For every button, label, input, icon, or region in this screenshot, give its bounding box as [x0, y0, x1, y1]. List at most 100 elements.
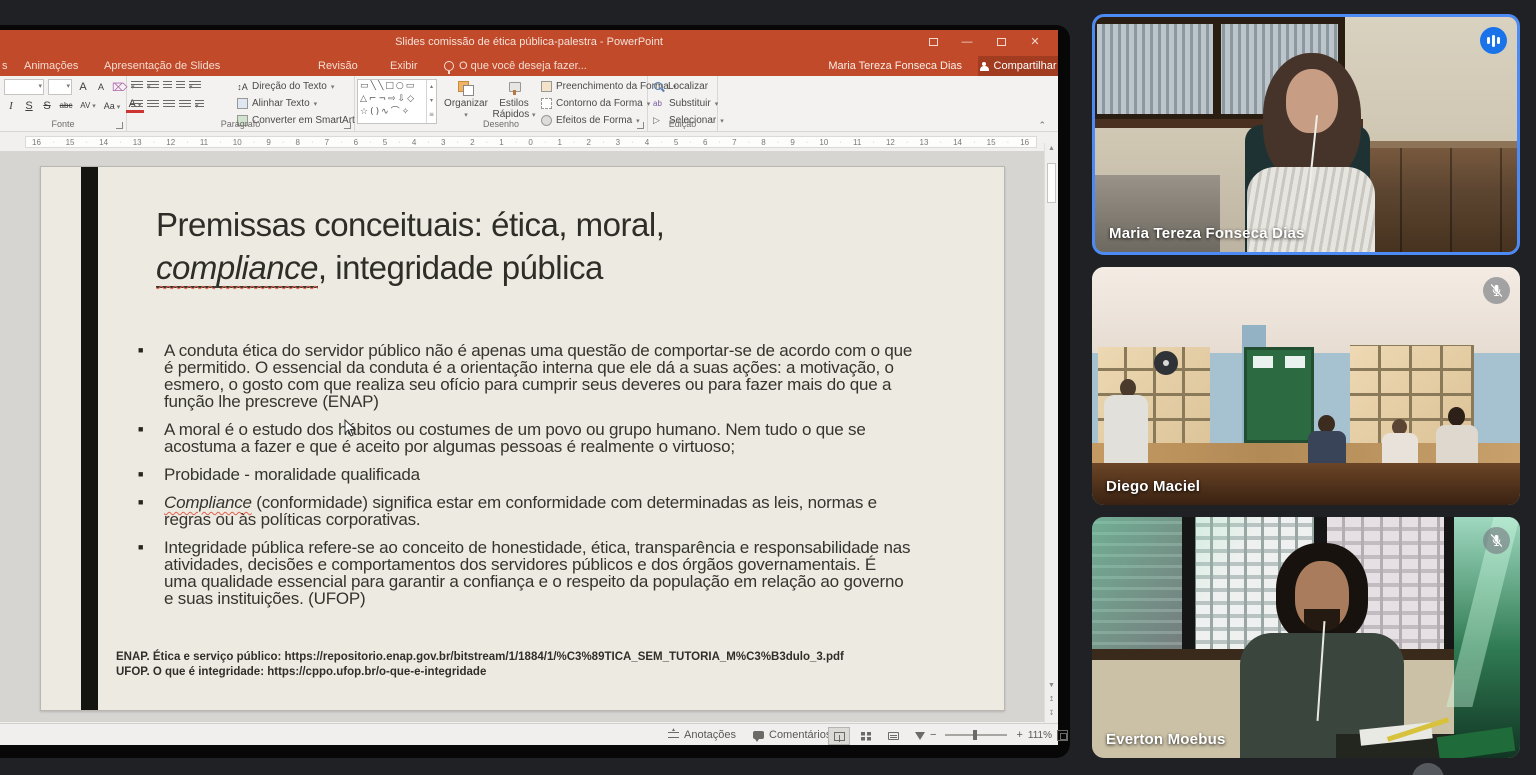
slide-references: ENAP. Ética e serviço público: https://r…	[116, 650, 844, 680]
text-direction-button[interactable]: ↕A Direção do Texto	[237, 78, 362, 95]
dialog-launcher-icon[interactable]	[344, 122, 351, 129]
align-text-button[interactable]: Alinhar Texto	[237, 95, 362, 112]
slide-canvas: Premissas conceituais: ética, moral, com…	[0, 151, 1044, 722]
columns-icon[interactable]	[195, 100, 204, 109]
align-left-icon[interactable]	[131, 100, 143, 109]
align-text-icon	[237, 98, 248, 109]
scroll-up-icon[interactable]: ▲	[1045, 145, 1058, 152]
tell-me-box[interactable]: O que você deseja fazer...	[444, 56, 587, 76]
video-feed	[1095, 17, 1517, 252]
italic-icon[interactable]: I	[4, 100, 18, 112]
font-name-combobox[interactable]	[4, 79, 44, 95]
grow-font-icon[interactable]: A	[76, 81, 90, 93]
shrink-font-icon[interactable]: A	[94, 82, 108, 92]
bullet-list-icon[interactable]	[131, 81, 143, 90]
slide-title-emphasis: compliance	[156, 249, 318, 288]
shapes-gallery-scroll[interactable]: ▴▾≡	[426, 80, 436, 123]
group-label-editing: Edição	[648, 119, 717, 129]
close-icon[interactable]: ✕	[1026, 34, 1044, 50]
increase-indent-icon[interactable]	[176, 81, 185, 90]
reading-view-button[interactable]	[882, 727, 904, 745]
zoom-controls: − + 111%	[930, 724, 1068, 746]
group-label-drawing: Desenho	[355, 119, 647, 129]
decrease-indent-icon[interactable]	[163, 81, 172, 90]
scroll-down-icon[interactable]: ▼	[1045, 682, 1058, 689]
person-icon	[980, 62, 989, 71]
shapes-gallery[interactable]: ▭╲╲□○▭ △⌐¬⇨⇩◇ ☆()∿⌒✧ ▴▾≡	[357, 79, 437, 124]
change-case-icon[interactable]: Aa	[102, 101, 122, 111]
speaking-indicator-icon	[1480, 27, 1507, 54]
zoom-slider-thumb[interactable]	[973, 730, 977, 740]
participant-tile-diego[interactable]: Diego Maciel	[1092, 267, 1520, 505]
quick-styles-icon	[507, 81, 521, 95]
shape-icons-row: ☆()∿⌒✧	[358, 106, 436, 119]
tab-exibir[interactable]: Exibir	[390, 56, 418, 76]
scroll-more-indicator[interactable]	[1412, 763, 1444, 775]
mouse-cursor-icon	[344, 419, 357, 437]
tab-revisao[interactable]: Revisão	[318, 56, 358, 76]
align-right-icon[interactable]	[163, 100, 175, 109]
zoom-out-icon[interactable]: −	[930, 729, 936, 741]
bullet-marker: ■	[138, 494, 164, 528]
dialog-launcher-icon[interactable]	[637, 122, 644, 129]
tab-partial[interactable]: s	[2, 56, 8, 76]
powerpoint-titlebar: Slides comissão de ética pública-palestr…	[0, 30, 1058, 56]
powerpoint-window: Slides comissão de ética pública-palestr…	[0, 30, 1058, 745]
find-button[interactable]: Localizar	[653, 78, 724, 95]
search-icon	[653, 81, 664, 92]
replace-icon: ab	[653, 99, 665, 108]
reading-view-icon	[888, 732, 899, 740]
next-slide-icon[interactable]: ↧	[1045, 709, 1058, 717]
previous-slide-icon[interactable]: ↥	[1045, 695, 1058, 703]
character-spacing-icon[interactable]: AV	[78, 101, 98, 110]
normal-view-button[interactable]	[828, 727, 850, 745]
screen-share-region: Slides comissão de ética pública-palestr…	[0, 25, 1070, 758]
scrollbar-thumb[interactable]	[1047, 163, 1056, 203]
minimize-icon[interactable]: —	[958, 34, 976, 50]
slideshow-button[interactable]	[909, 727, 931, 745]
zoom-slider[interactable]	[945, 734, 1007, 736]
ribbon-group-paragraph: ↕A Direção do Texto Alinhar Texto Conver…	[127, 76, 355, 131]
zoom-in-icon[interactable]: +	[1016, 729, 1022, 741]
participant-tile-maria[interactable]: Maria Tereza Fonseca Dias	[1092, 14, 1520, 255]
fit-to-window-icon[interactable]	[1057, 730, 1068, 741]
ribbon-group-font: A A ⌦ I S S abc AV Aa A Fonte	[0, 76, 127, 131]
clear-formatting-icon[interactable]: ⌦	[112, 81, 126, 94]
justify-icon[interactable]	[179, 100, 191, 109]
line-spacing-icon[interactable]	[189, 81, 201, 90]
ribbon-display-options-icon[interactable]	[924, 34, 942, 50]
slide-bullet-list: ■ A conduta ética do servidor público nã…	[138, 342, 913, 618]
share-button[interactable]: Compartilhar	[978, 56, 1058, 76]
numbered-list-icon[interactable]	[147, 81, 159, 90]
dialog-launcher-icon[interactable]	[116, 122, 123, 129]
text-direction-icon: ↕A	[237, 82, 248, 92]
bullet-marker: ■	[138, 421, 164, 455]
comments-button[interactable]: Comentários	[753, 724, 831, 746]
restore-icon[interactable]	[992, 34, 1010, 50]
notes-button[interactable]: Anotações	[668, 724, 736, 746]
text-shadow-icon[interactable]: abc	[58, 101, 74, 110]
strikethrough-icon[interactable]: S	[40, 100, 54, 112]
microphone-muted-icon	[1483, 277, 1510, 304]
shape-icons-row: ▭╲╲□○▭	[358, 80, 436, 93]
align-center-icon[interactable]	[147, 100, 159, 109]
ribbon-tab-bar: s Animações Apresentação de Slides Revis…	[0, 56, 1058, 76]
tab-animacoes[interactable]: Animações	[24, 56, 78, 76]
tab-apresentacao-de-slides[interactable]: Apresentação de Slides	[104, 56, 220, 76]
slide-sorter-button[interactable]	[855, 727, 877, 745]
participant-tile-everton[interactable]: Everton Moebus	[1092, 517, 1520, 758]
slideshow-icon	[915, 732, 925, 740]
bullet-item: ■ Integridade pública refere-se ao conce…	[138, 539, 913, 607]
ribbon-group-drawing: ▭╲╲□○▭ △⌐¬⇨⇩◇ ☆()∿⌒✧ ▴▾≡ Organizar Estil…	[355, 76, 648, 131]
replace-button[interactable]: ab Substituir	[653, 95, 724, 112]
window-title: Slides comissão de ética pública-palestr…	[0, 36, 1058, 48]
normal-view-icon	[834, 732, 845, 741]
font-size-combobox[interactable]	[48, 79, 72, 95]
comments-icon	[753, 731, 764, 739]
zoom-level[interactable]: 111%	[1028, 730, 1052, 741]
underline-icon[interactable]: S	[22, 100, 36, 112]
collapse-ribbon-icon[interactable]: ⌃	[1038, 120, 1046, 131]
microphone-muted-icon	[1483, 527, 1510, 554]
ruler-row: 16·15·14·13·12·11·10·9·8·7·6·5·4·3·2·1·0…	[0, 133, 1058, 151]
vertical-scrollbar[interactable]: ▲ ▼ ↥ ↧	[1044, 143, 1058, 723]
